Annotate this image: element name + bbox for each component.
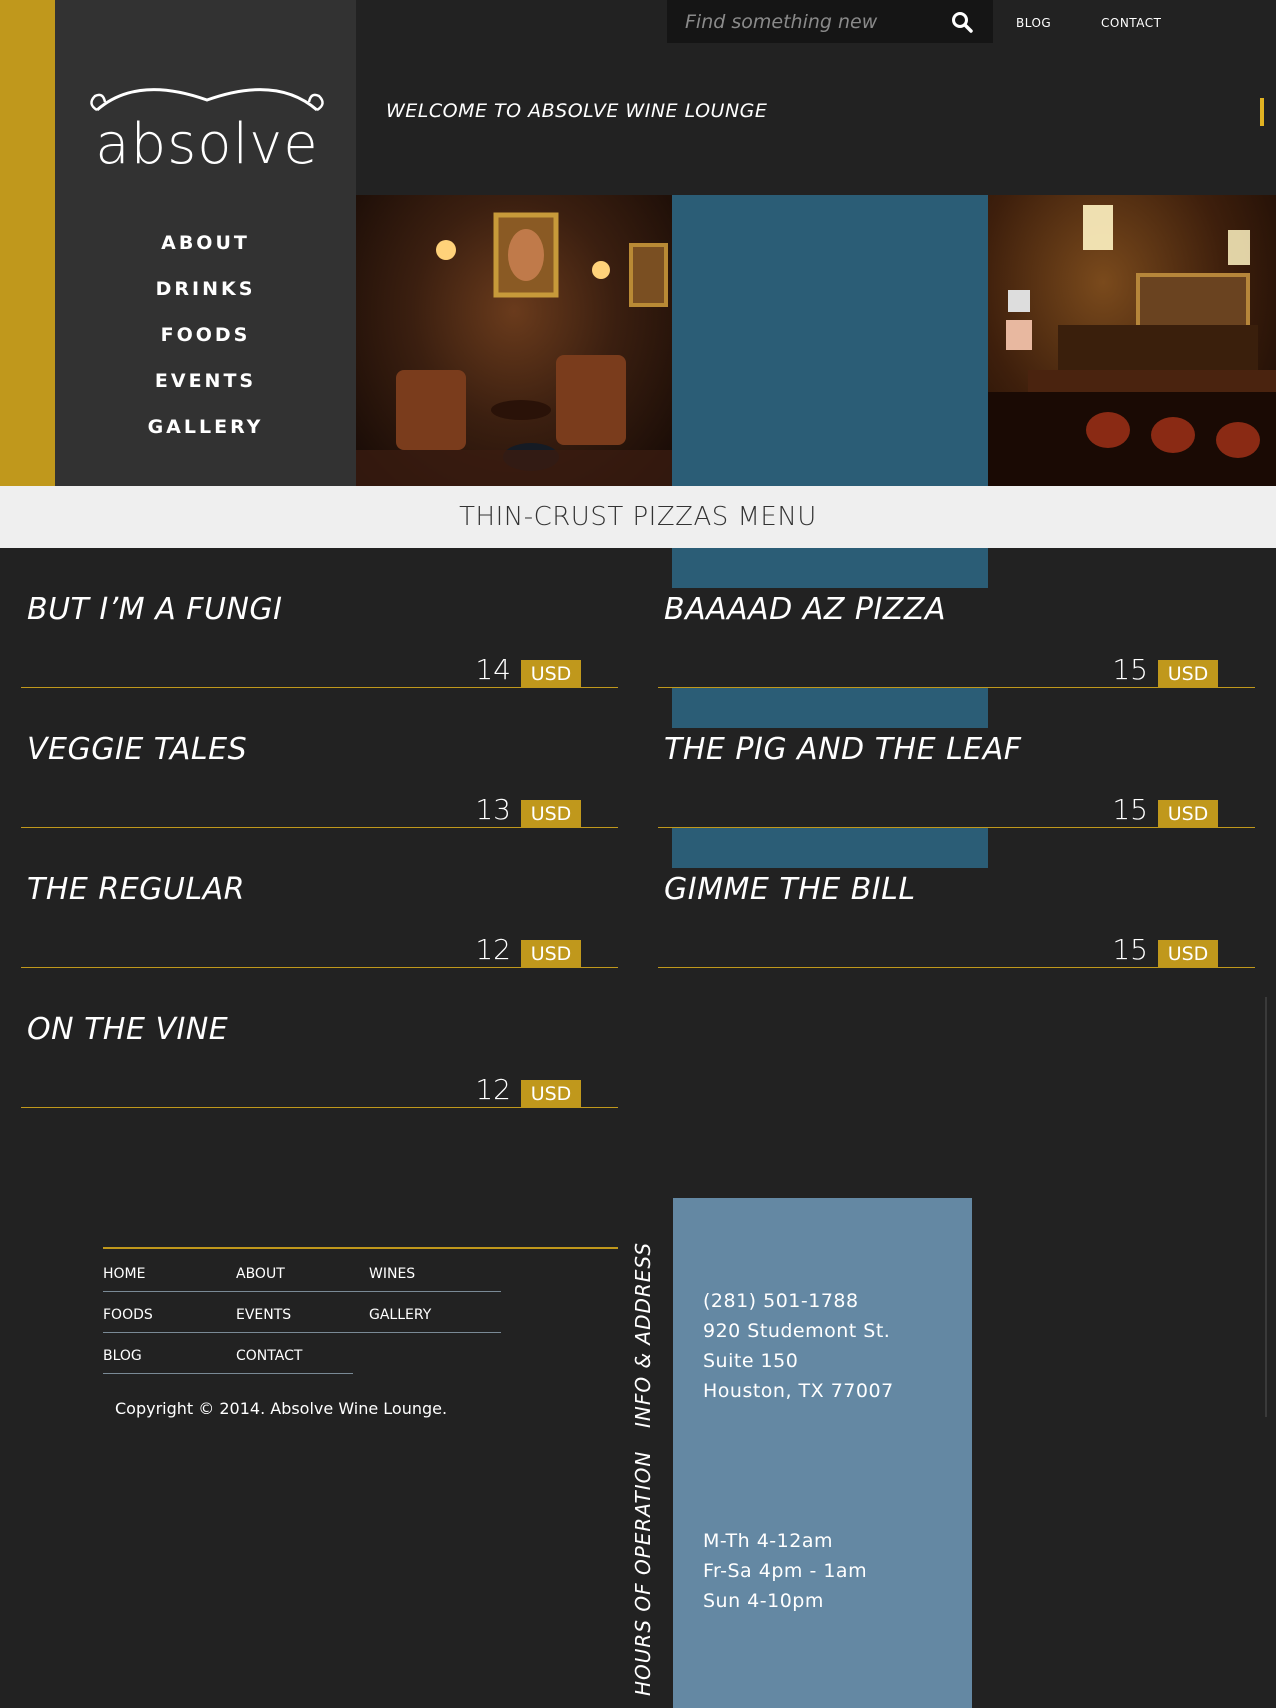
footer-link-row: BLOG CONTACT	[103, 1333, 353, 1374]
address-line: 920 Studemont St.	[703, 1320, 891, 1342]
address-line: Suite 150	[703, 1350, 799, 1372]
menu-item-price: 15	[1112, 653, 1148, 686]
menu-item-name: THE PIG AND THE LEAF	[664, 732, 1022, 767]
menu-item-price: 12	[475, 933, 511, 966]
hours-line: Sun 4-10pm	[703, 1590, 824, 1612]
menu-item-price: 12	[475, 1073, 511, 1106]
hours-line: M-Th 4-12am	[703, 1530, 833, 1552]
nav-item-foods[interactable]: FOODS	[55, 318, 356, 364]
footer-link-contact[interactable]: CONTACT	[236, 1348, 302, 1364]
info-address-label: INFO & ADDRESS	[631, 1241, 655, 1428]
logo-wordmark: absolve	[95, 112, 319, 177]
teal-panel	[672, 195, 988, 486]
contact-link[interactable]: CONTACT	[1101, 16, 1161, 30]
menu-item-name: GIMME THE BILL	[664, 872, 916, 907]
menu-item: BAAAAD AZ PIZZA 15 USD	[658, 548, 1255, 688]
menu-item-name: BUT I’M A FUNGI	[27, 592, 283, 627]
phone-number[interactable]: (281) 501-1788	[703, 1290, 859, 1312]
logo[interactable]: absolve	[77, 80, 337, 180]
menu-item-price: 13	[475, 793, 511, 826]
blog-link[interactable]: BLOG	[1016, 16, 1051, 30]
footer-nav: HOME ABOUT WINES FOODS EVENTS GALLERY BL…	[103, 1251, 501, 1374]
footer-divider	[103, 1247, 618, 1249]
footer-link-gallery[interactable]: GALLERY	[369, 1307, 431, 1323]
copyright-text: Copyright © 2014. Absolve Wine Lounge.	[115, 1399, 448, 1418]
footer-link-events[interactable]: EVENTS	[236, 1307, 291, 1323]
address-line: Houston, TX 77007	[703, 1380, 894, 1402]
main-nav: ABOUT DRINKS FOODS EVENTS GALLERY	[55, 226, 356, 456]
menu-title: THIN-CRUST PIZZAS MENU	[0, 486, 1276, 548]
menu-item-price: 15	[1112, 933, 1148, 966]
search-bar	[667, 0, 993, 43]
sidebar: absolve ABOUT DRINKS FOODS EVENTS GALLER…	[55, 0, 356, 486]
bar-photo	[988, 195, 1276, 486]
search-icon[interactable]	[951, 11, 973, 33]
currency-badge: USD	[1158, 660, 1218, 687]
menu-item: GIMME THE BILL 15 USD	[658, 828, 1255, 968]
menu-item-name: BAAAAD AZ PIZZA	[664, 592, 946, 627]
menu-item: ON THE VINE 12 USD	[21, 968, 618, 1108]
currency-badge: USD	[1158, 940, 1218, 967]
welcome-heading: WELCOME TO ABSOLVE WINE LOUNGE	[386, 100, 768, 122]
footer-link-wines[interactable]: WINES	[369, 1266, 415, 1282]
footer-link-blog[interactable]: BLOG	[103, 1348, 142, 1364]
menu-item-name: ON THE VINE	[27, 1012, 229, 1047]
menu-item-name: THE REGULAR	[27, 872, 245, 907]
currency-badge: USD	[521, 660, 581, 687]
menu-item: VEGGIE TALES 13 USD	[21, 688, 618, 828]
footer-link-about[interactable]: ABOUT	[236, 1266, 285, 1282]
scrollbar[interactable]	[1265, 997, 1268, 1417]
footer-link-home[interactable]: HOME	[103, 1266, 145, 1282]
currency-badge: USD	[1158, 800, 1218, 827]
gold-accent-strip	[0, 0, 55, 486]
search-input[interactable]	[667, 10, 937, 33]
lounge-scene-icon	[356, 212, 672, 486]
nav-item-drinks[interactable]: DRINKS	[55, 272, 356, 318]
menu-item: THE REGULAR 12 USD	[21, 828, 618, 968]
menu-item-price: 14	[475, 653, 511, 686]
slider-indicator-icon[interactable]	[1260, 98, 1264, 126]
nav-item-gallery[interactable]: GALLERY	[55, 410, 356, 456]
bar-scene-icon	[988, 205, 1276, 486]
hours-label: HOURS OF OPERATION	[631, 1450, 655, 1696]
nav-item-about[interactable]: ABOUT	[55, 226, 356, 272]
currency-badge: USD	[521, 800, 581, 827]
footer-link-row: HOME ABOUT WINES	[103, 1251, 501, 1292]
lounge-photo	[356, 195, 672, 486]
footer-link-foods[interactable]: FOODS	[103, 1307, 153, 1323]
footer-link-row: FOODS EVENTS GALLERY	[103, 1292, 501, 1333]
currency-badge: USD	[521, 1080, 581, 1107]
nav-item-events[interactable]: EVENTS	[55, 364, 356, 410]
info-panel: (281) 501-1788 920 Studemont St. Suite 1…	[673, 1198, 972, 1708]
hours-line: Fr-Sa 4pm - 1am	[703, 1560, 868, 1582]
menu-item-price: 15	[1112, 793, 1148, 826]
currency-badge: USD	[521, 940, 581, 967]
menu-item: BUT I’M A FUNGI 14 USD	[21, 548, 618, 688]
menu-item: THE PIG AND THE LEAF 15 USD	[658, 688, 1255, 828]
menu-item-name: VEGGIE TALES	[27, 732, 248, 767]
